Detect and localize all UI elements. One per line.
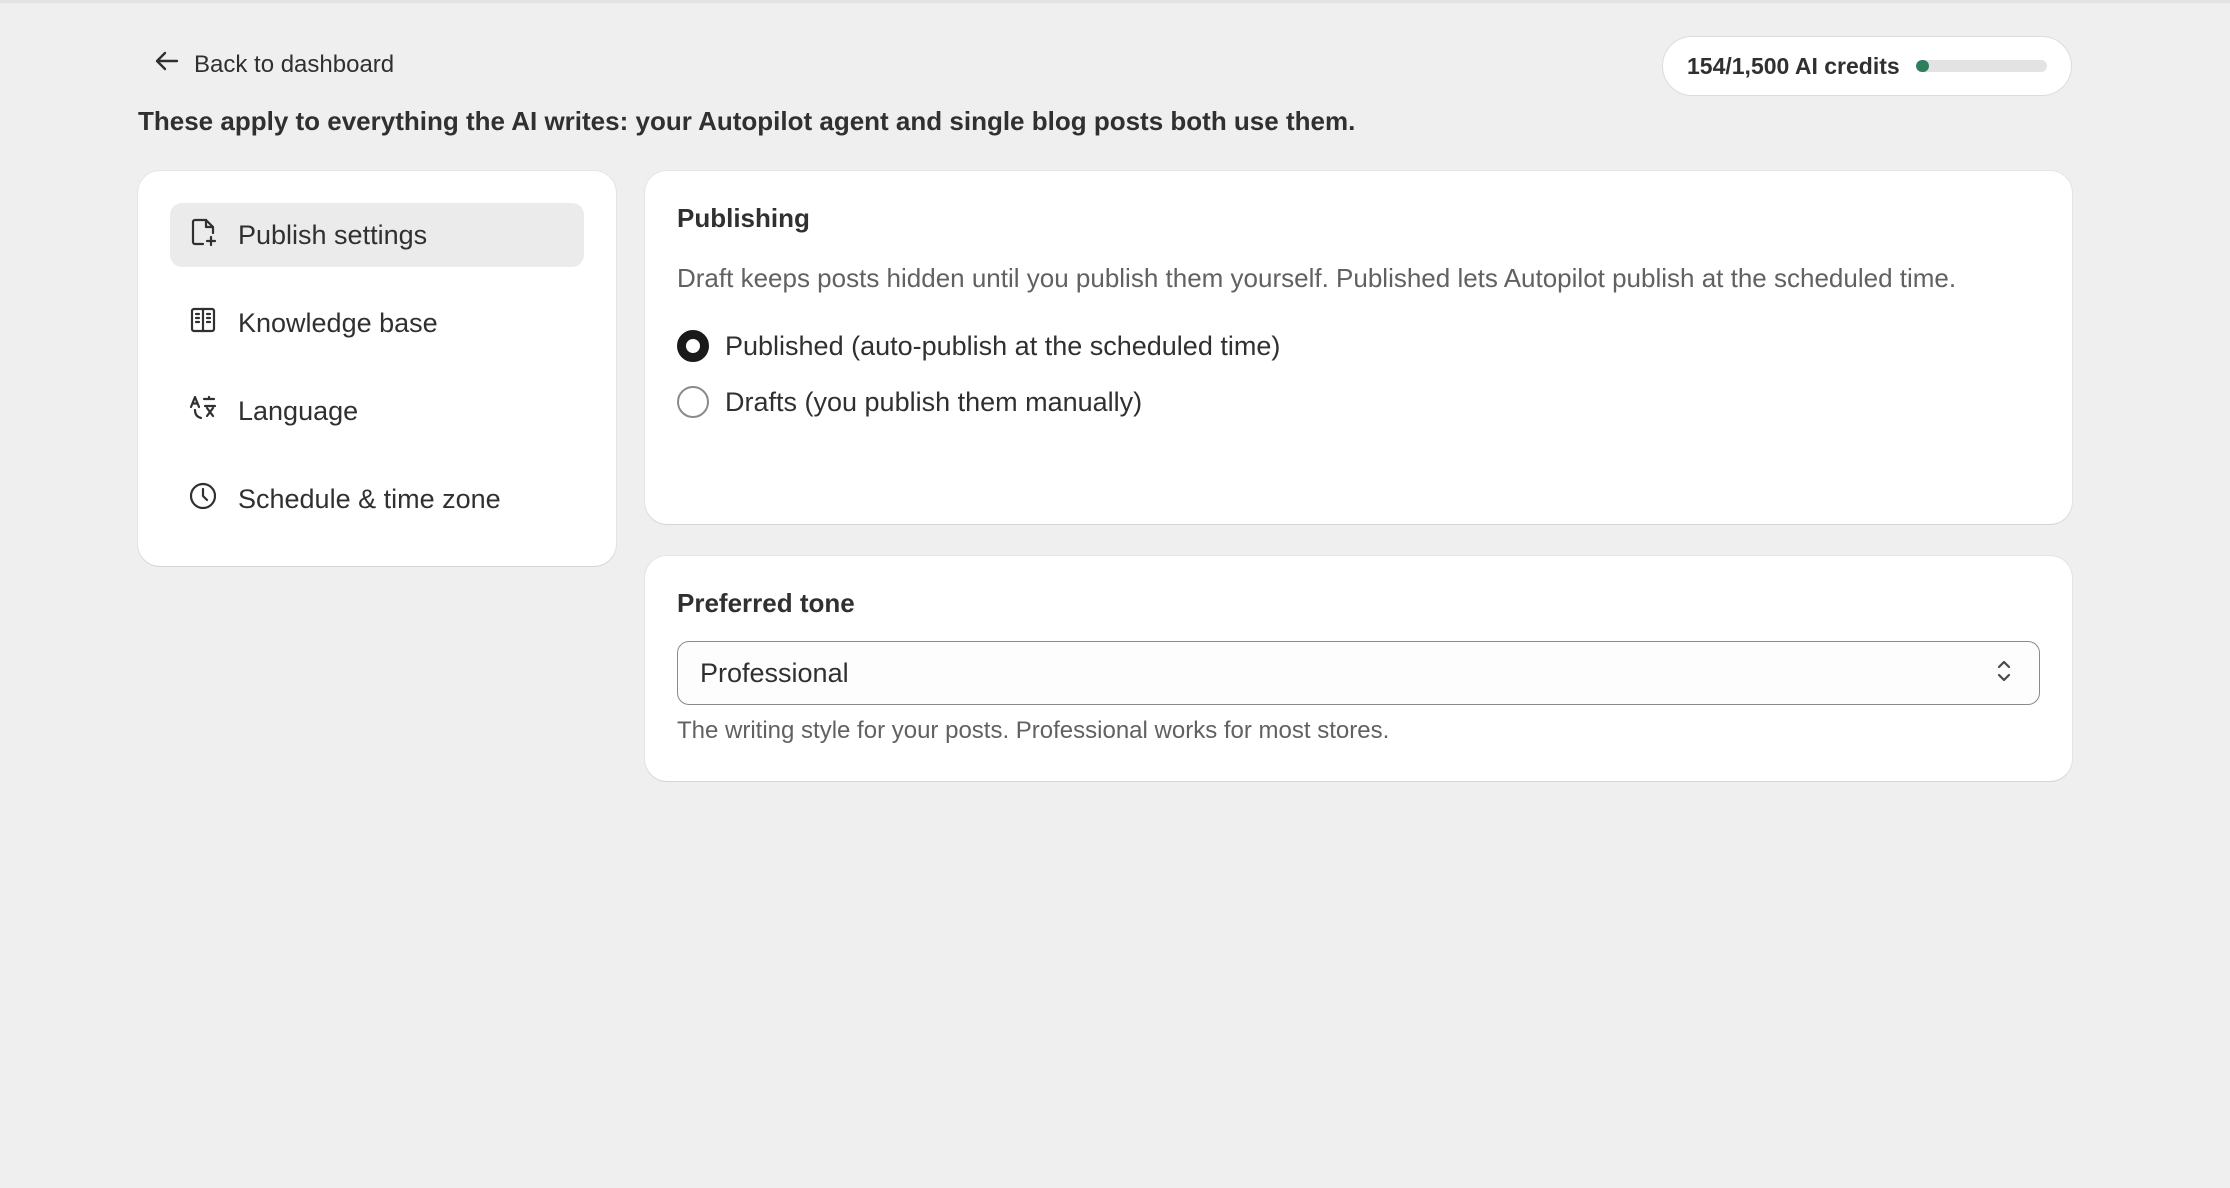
preferred-tone-card: Preferred tone Professional The writing … (645, 556, 2072, 781)
publishing-title: Publishing (677, 203, 810, 233)
nav-item-label: Schedule & time zone (238, 483, 501, 514)
preferred-tone-select[interactable]: Professional (677, 641, 2040, 705)
ai-credits-progress-fill (1915, 60, 1930, 72)
settings-nav: Publish settings Knowledge base Language… (138, 171, 616, 566)
radio-option-published[interactable]: Published (auto-publish at the scheduled… (677, 326, 2040, 366)
arrow-left-icon (152, 46, 182, 83)
clock-icon (186, 479, 220, 520)
preferred-tone-title: Preferred tone (677, 588, 855, 618)
radio-button-checked[interactable] (677, 330, 709, 362)
ai-credits-pill[interactable]: 154/1,500 AI credits (1662, 36, 2072, 96)
nav-item-schedule-time-zone[interactable]: Schedule & time zone (170, 467, 584, 531)
nav-item-label: Language (238, 395, 359, 426)
settings-intro-text: These apply to everything the AI writes:… (138, 106, 1356, 136)
radio-button-unchecked[interactable] (677, 386, 709, 418)
chevron-up-down-icon (1991, 656, 2017, 691)
translate-icon (186, 391, 220, 432)
radio-option-label: Published (auto-publish at the scheduled… (725, 330, 1281, 361)
publishing-description: Draft keeps posts hidden until you publi… (677, 263, 1957, 293)
back-link-label: Back to dashboard (194, 50, 395, 78)
settings-columns: Publish settings Knowledge base Language… (138, 171, 2072, 791)
nav-item-label: Knowledge base (238, 307, 438, 338)
radio-option-label: Drafts (you publish them manually) (725, 386, 1143, 417)
nav-item-language[interactable]: Language (170, 379, 584, 443)
nav-item-knowledge-base[interactable]: Knowledge base (170, 291, 584, 355)
publishing-radio-group: Published (auto-publish at the scheduled… (677, 326, 2040, 422)
preferred-tone-help-text: The writing style for your posts. Profes… (677, 717, 1390, 744)
document-plus-icon (186, 215, 220, 256)
radio-option-drafts[interactable]: Drafts (you publish them manually) (677, 382, 2040, 422)
settings-page: Back to dashboard 154/1,500 AI credits T… (138, 36, 2072, 791)
back-to-dashboard-link[interactable]: Back to dashboard (152, 46, 394, 83)
nav-item-label: Publish settings (238, 219, 428, 250)
top-rule (0, 0, 2230, 3)
book-icon (186, 303, 220, 344)
ai-credits-label: 154/1,500 AI credits (1687, 52, 1900, 79)
preferred-tone-selected-value: Professional (700, 657, 849, 688)
ai-credits-progress-bar (1915, 60, 2047, 72)
publishing-card: Publishing Draft keeps posts hidden unti… (645, 171, 2072, 524)
nav-item-publish-settings[interactable]: Publish settings (170, 203, 584, 267)
header-row: Back to dashboard 154/1,500 AI credits (138, 36, 2072, 96)
